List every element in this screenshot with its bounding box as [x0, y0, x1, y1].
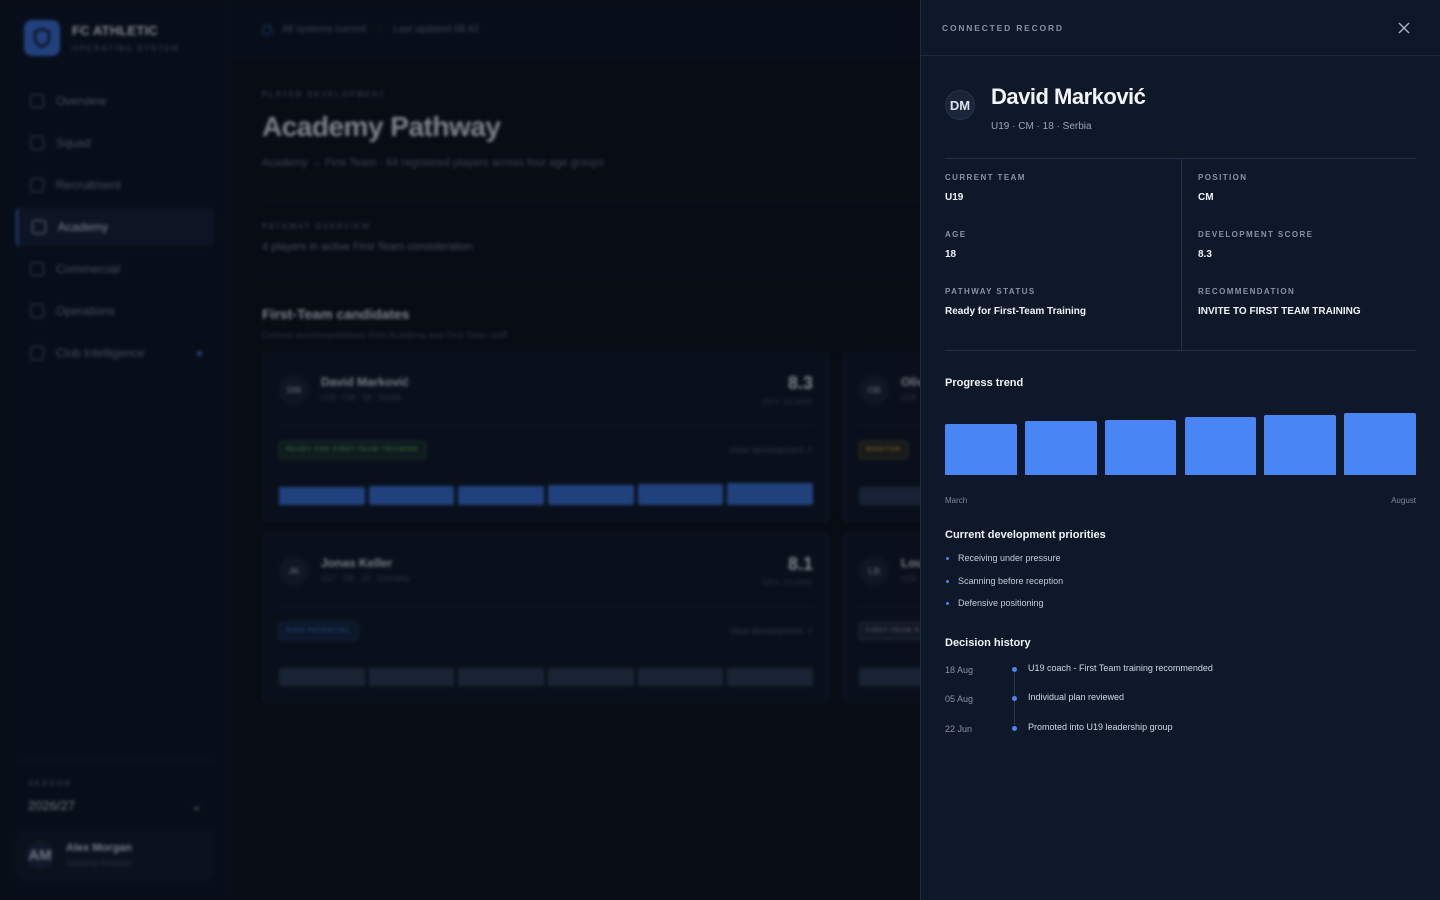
stat-value: U19: [945, 192, 964, 203]
progress-trend-title: Progress trend: [945, 377, 1024, 389]
bullet-icon: [946, 557, 949, 560]
x-tick-label-end: August: [1391, 496, 1416, 505]
history-row: 22 Jun Promoted into U19 leadership group: [945, 722, 1416, 752]
decision-history: Decision history 18 Aug U19 coach - First…: [945, 637, 1416, 752]
progress-trend-chart: March August: [945, 397, 1416, 507]
history-text: U19 coach - First Team training recommen…: [1028, 662, 1213, 673]
bullet-icon: [946, 579, 949, 583]
close-button[interactable]: [1392, 16, 1416, 40]
stat-pathway-status: PATHWAY STATUS Ready for First-Team Train…: [945, 287, 1181, 344]
timeline-dot-icon: [1012, 666, 1017, 672]
priority-text: Receiving under pressure: [958, 553, 1061, 563]
stat-current-team: CURRENT TEAM U19: [945, 173, 1181, 230]
stat-label: RECOMMENDATION: [1198, 287, 1296, 296]
stat-label: AGE: [945, 230, 967, 239]
trend-bar: [1024, 421, 1097, 475]
history-date: 22 Jun: [945, 723, 973, 734]
panel-header: CONNECTED RECORD: [921, 0, 1440, 56]
timeline-dot-icon: [1012, 725, 1017, 731]
trend-bar: [1184, 416, 1257, 475]
history-text: Promoted into U19 leadership group: [1028, 721, 1173, 732]
player-meta: U19 · CM · 18 · Serbia: [991, 121, 1092, 132]
development-priorities: Current development priorities Receiving…: [945, 529, 1416, 621]
record-header: DM David Marković U19 · CM · 18 · Serbia: [945, 56, 1416, 158]
stat-value: CM: [1198, 192, 1214, 203]
stat-label: PATHWAY STATUS: [945, 287, 1036, 296]
priorities-title: Current development priorities: [945, 529, 1106, 541]
connected-record-panel: CONNECTED RECORD DM David Marković U19 ·…: [920, 0, 1440, 900]
trend-bar: [1264, 414, 1337, 475]
stat-value: 8.3: [1198, 249, 1212, 260]
bullet-icon: [946, 602, 949, 605]
stat-label: CURRENT TEAM: [945, 173, 1026, 182]
close-icon: [1398, 22, 1410, 33]
stat-recommendation: RECOMMENDATION INVITE TO FIRST TEAM TRAIN…: [1198, 287, 1416, 344]
timeline-dot-icon: [1012, 696, 1017, 701]
stats-left-column: CURRENT TEAM U19 AGE 18 PATHWAY STATUS Ready …: [945, 159, 1182, 350]
list-item: Defensive positioning: [945, 598, 1416, 621]
history-text: Individual plan reviewed: [1028, 692, 1125, 702]
stat-age: AGE 18: [945, 230, 1181, 287]
list-item: Receiving under pressure: [945, 553, 1416, 576]
stat-position: POSITION CM: [1198, 173, 1416, 230]
history-row: 18 Aug U19 coach - First Team training re…: [945, 663, 1416, 693]
list-item: Scanning before reception: [945, 576, 1416, 599]
stat-label: DEVELOPMENT SCORE: [1198, 230, 1314, 239]
priority-text: Defensive positioning: [958, 598, 1044, 608]
player-name: David Marković: [991, 84, 1146, 109]
panel-eyebrow: CONNECTED RECORD: [942, 22, 1064, 33]
stat-value: 18: [945, 249, 957, 260]
history-timeline: 18 Aug U19 coach - First Team training re…: [945, 663, 1416, 752]
stat-development-score: DEVELOPMENT SCORE 8.3: [1198, 230, 1416, 287]
stat-label: POSITION: [1198, 173, 1248, 182]
progress-trend: Progress trend March August: [945, 377, 1416, 507]
history-date: 18 Aug: [945, 664, 974, 675]
stat-value: INVITE TO FIRST TEAM TRAINING: [1198, 306, 1361, 317]
modal-scrim[interactable]: [0, 0, 920, 900]
priority-text: Scanning before reception: [958, 575, 1064, 586]
x-tick-label-start: March: [945, 496, 968, 505]
stats-right-column: POSITION CM DEVELOPMENT SCORE 8.3 RECOMMENDA…: [1182, 159, 1416, 350]
priorities-list: Receiving under pressure Scanning before …: [945, 553, 1416, 621]
history-row: 05 Aug Individual plan reviewed: [945, 692, 1416, 722]
player-stats: CURRENT TEAM U19 AGE 18 PATHWAY STATUS Ready …: [945, 158, 1416, 351]
trend-bar: [945, 423, 1017, 475]
history-title: Decision history: [945, 636, 1031, 649]
history-date: 05 Aug: [945, 694, 974, 704]
trend-bar: [1344, 413, 1416, 475]
trend-bar: [1104, 419, 1177, 475]
stat-value: Ready for First-Team Training: [945, 306, 1086, 317]
avatar: DM: [945, 90, 975, 120]
